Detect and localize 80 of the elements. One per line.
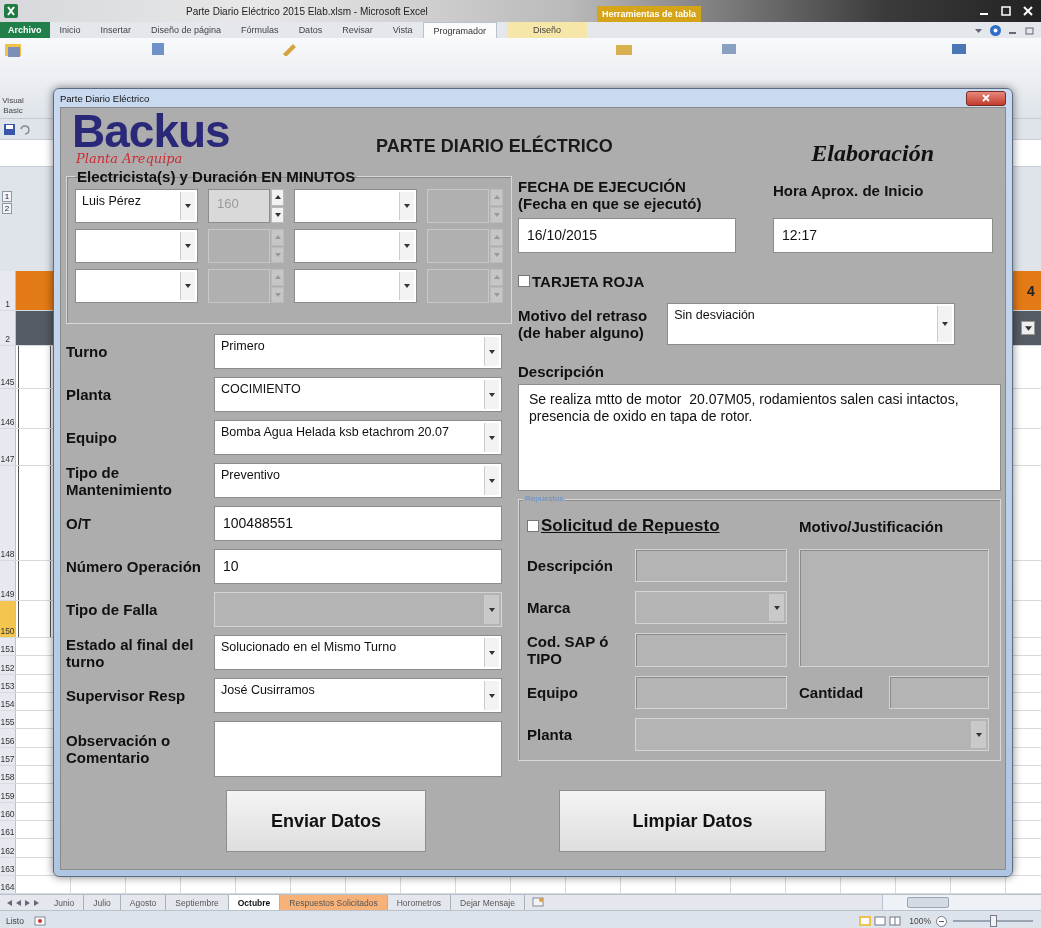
field-label: Equipo: [527, 684, 579, 701]
field-label: Planta: [66, 386, 112, 403]
group-legend: Electricista(s) y Duración EN MINUTOS: [75, 168, 358, 185]
field-label: Número Operación: [66, 558, 203, 575]
outline-level-button[interactable]: 2: [2, 203, 12, 214]
field-label: Planta: [527, 726, 573, 743]
row-number[interactable]: 150: [0, 601, 16, 637]
action-button[interactable]: Limpiar Datos: [559, 790, 826, 852]
field-label: Observación o Comentario: [66, 732, 172, 766]
input-field[interactable]: 10: [214, 549, 502, 584]
stage-title: Elaboración: [811, 140, 934, 167]
sheet-tab[interactable]: Octubre: [228, 895, 281, 911]
ribbon-tab[interactable]: Programador: [422, 22, 498, 38]
ribbon-tab[interactable]: Revisar: [332, 22, 383, 38]
dropdown-field[interactable]: Primero: [214, 334, 502, 369]
row-number[interactable]: 149: [0, 561, 16, 600]
row-number[interactable]: 148: [0, 466, 16, 560]
dropdown-field[interactable]: Preventivo: [214, 463, 502, 498]
form-title: PARTE DIARIO ELÉCTRICO: [376, 136, 613, 157]
row-number[interactable]: 155: [0, 711, 16, 729]
logo-name: Backus: [72, 110, 231, 152]
window-title: Parte Diario Eléctrico 2015 Elab.xlsm - Microsoft Excel: [186, 5, 428, 17]
checkbox-label: Solicitud de Repuesto: [541, 516, 720, 536]
zoom-level[interactable]: 100%: [909, 916, 931, 927]
dropdown-field[interactable]: COCIMIENTO: [214, 377, 502, 412]
ribbon-tab[interactable]: Diseño: [507, 22, 588, 38]
row-number[interactable]: 147: [0, 429, 16, 465]
field-label: Tipo de Falla: [66, 601, 159, 618]
dropdown-field[interactable]: José Cusirramos: [214, 678, 502, 713]
dialog-title: Parte Diario Eléctrico: [60, 92, 150, 104]
visual-basic-button[interactable]: Visual Basic: [0, 96, 26, 116]
field-label: O/T: [66, 515, 92, 532]
dropdown-field[interactable]: Sin desviación: [667, 303, 956, 345]
context-tab-group: Herramientas de tabla: [597, 6, 701, 22]
row-number[interactable]: 152: [0, 656, 16, 674]
outline-level-button[interactable]: 1: [2, 191, 12, 202]
ribbon-tab[interactable]: Datos: [288, 22, 333, 38]
field-label: Marca: [527, 599, 572, 616]
row-number[interactable]: 1: [0, 271, 16, 310]
ribbon-tab[interactable]: Archivo: [0, 22, 50, 38]
electrician-dropdown[interactable]: Luis Pérez: [75, 189, 198, 223]
field-label: Tipo de Mantenimiento: [66, 463, 173, 498]
field-label: Turno: [66, 343, 109, 360]
dropdown-field[interactable]: Bomba Agua Helada ksb etachrom 20.07: [214, 420, 502, 455]
status-text: Listo: [6, 916, 24, 927]
field-label: Descripción: [527, 557, 614, 574]
ribbon-tab[interactable]: Inicio: [49, 22, 91, 38]
field-label: Estado al final del turno: [66, 635, 195, 670]
field-label: Supervisor Resp: [66, 687, 187, 704]
field-label: Motivo del retraso (de haber alguno): [518, 307, 648, 341]
field-label: Cantidad: [799, 684, 865, 701]
row-number[interactable]: 145: [0, 346, 16, 388]
header-cell-text: 4: [1027, 282, 1036, 299]
action-button[interactable]: Enviar Datos: [226, 790, 426, 852]
field-label: Equipo: [66, 429, 118, 446]
description-field[interactable]: Se realiza mtto de motor 20.07M05, rodamientos salen casi intactos, presencia de oxido en tapa de rotor.: [518, 384, 1001, 491]
field-label: FECHA DE EJECUCIÓN (Fecha en que se ejecutó): [518, 178, 703, 212]
row-number[interactable]: 162: [0, 839, 16, 857]
row-number[interactable]: 158: [0, 766, 16, 784]
field-label: Hora Aprox. de Inicio: [773, 182, 925, 199]
field-label: Motivo/Justificación: [799, 517, 945, 535]
field-label: Cod. SAP ó TIPO: [527, 633, 610, 667]
row-number[interactable]: 159: [0, 784, 16, 802]
row-number[interactable]: 146: [0, 389, 16, 428]
ribbon-tab[interactable]: Vista: [382, 22, 423, 38]
logo-subtitle: Planta Arequipa: [76, 152, 184, 166]
checkbox-label: TARJETA ROJA: [532, 272, 645, 290]
field-label: Descripción: [518, 363, 605, 380]
dropdown-field[interactable]: Solucionado en el Mismo Turno: [214, 635, 502, 670]
sheet-tab[interactable]: Respuestos Solicitados: [280, 895, 388, 911]
row-number[interactable]: 156: [0, 729, 16, 747]
input-field[interactable]: 100488551: [214, 506, 502, 541]
row-number[interactable]: 151: [0, 638, 16, 656]
time-field[interactable]: 12:17: [773, 218, 993, 253]
group-legend: Repuestos: [523, 494, 566, 503]
ribbon-tab[interactable]: Diseño de página: [141, 22, 232, 38]
ribbon-tab[interactable]: Insertar: [90, 22, 142, 38]
ribbon-tab[interactable]: Fórmulas: [231, 22, 289, 38]
date-field[interactable]: 16/10/2015: [518, 218, 736, 253]
row-number[interactable]: 2: [0, 311, 16, 345]
